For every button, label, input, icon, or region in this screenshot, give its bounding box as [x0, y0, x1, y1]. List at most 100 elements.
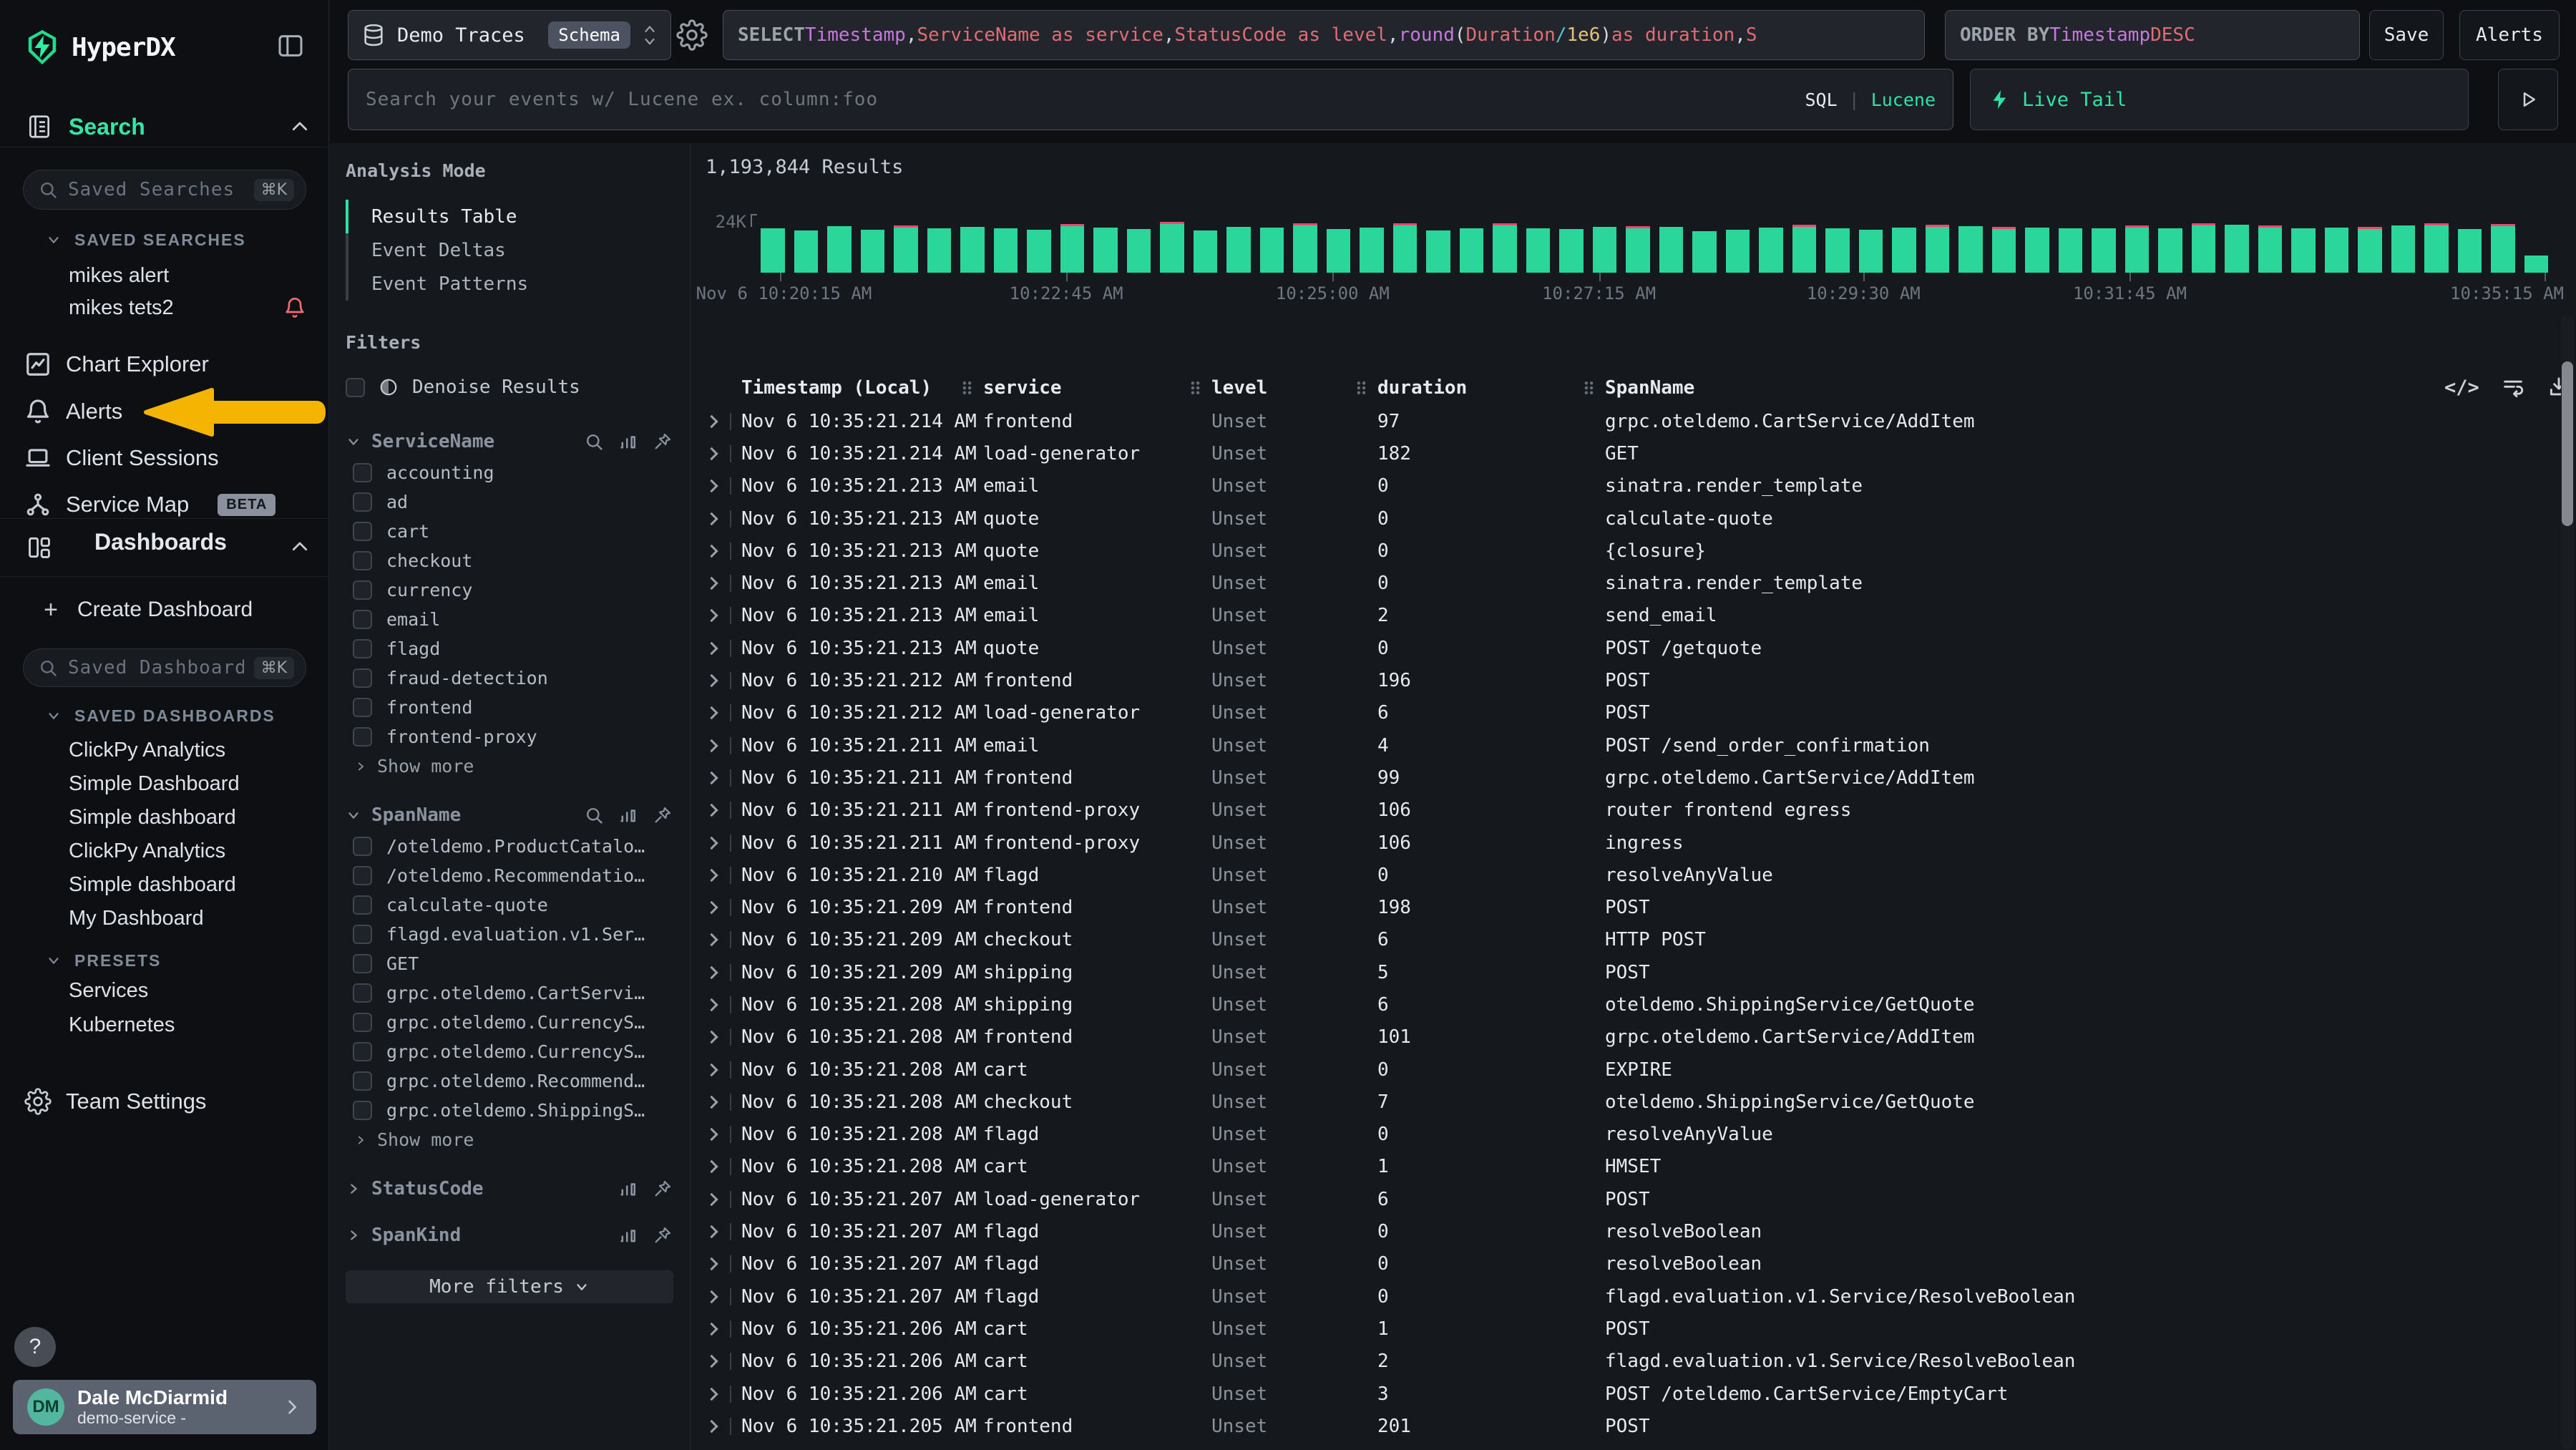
bar-chart-icon[interactable] — [618, 1225, 638, 1245]
saved-search-item[interactable]: mikes tets2 — [0, 294, 329, 321]
expand-row-button[interactable] — [706, 794, 741, 827]
pin-icon[interactable] — [653, 1179, 673, 1199]
drag-handle-icon[interactable] — [1584, 381, 1594, 396]
scrollbar-thumb[interactable] — [2562, 361, 2573, 526]
facet-checkbox-item[interactable]: flagd — [346, 634, 673, 663]
bar-chart-icon[interactable] — [618, 805, 638, 825]
saved-search-item[interactable]: mikes alert — [0, 262, 329, 289]
column-header-service[interactable]: service — [983, 377, 1211, 399]
pin-icon[interactable] — [653, 1225, 673, 1245]
expand-row-button[interactable] — [706, 437, 741, 469]
facet-checkbox-item[interactable]: /oteldemo.ProductCatalo… — [346, 832, 673, 861]
pin-icon[interactable] — [653, 805, 673, 825]
facet-checkbox-item[interactable]: flagd.evaluation.v1.Ser… — [346, 920, 673, 949]
alerts-button[interactable]: Alerts — [2459, 10, 2560, 60]
table-row[interactable]: Nov 6 10:35:21.205 AMcheckoutUnset4oteld… — [706, 1443, 2576, 1450]
table-row[interactable]: Nov 6 10:35:21.213 AMquoteUnset0calculat… — [706, 502, 2576, 535]
wrap-lines-icon[interactable] — [2501, 375, 2525, 399]
expand-row-button[interactable] — [706, 664, 741, 696]
checkbox[interactable] — [353, 551, 372, 570]
table-row[interactable]: Nov 6 10:35:21.213 AMquoteUnset0{closure… — [706, 535, 2576, 567]
more-filters-button[interactable]: More filters — [346, 1270, 673, 1303]
search-input[interactable]: Search your events w/ Lucene ex. column:… — [348, 69, 1953, 130]
checkbox[interactable] — [353, 1101, 372, 1120]
query-language-toggle[interactable]: SQL | Lucene — [1805, 89, 1936, 110]
sidebar-item-client-sessions[interactable]: Client Sessions — [0, 442, 329, 475]
checkbox[interactable] — [353, 698, 372, 717]
source-selector[interactable]: Demo Traces Schema — [348, 10, 671, 60]
sidebar-item-service-map[interactable]: Service MapBETA — [0, 488, 329, 521]
drag-handle-icon[interactable] — [1356, 381, 1367, 396]
nav-dashboards-section[interactable]: Dashboards — [0, 518, 329, 577]
table-row[interactable]: Nov 6 10:35:21.209 AMshippingUnset5POST — [706, 956, 2576, 988]
pin-icon[interactable] — [653, 432, 673, 452]
table-row[interactable]: Nov 6 10:35:21.208 AMflagdUnset0resolveA… — [706, 1119, 2576, 1151]
table-row[interactable]: Nov 6 10:35:21.208 AMcheckoutUnset7oteld… — [706, 1086, 2576, 1118]
denoise-results-toggle[interactable]: Denoise Results — [346, 371, 673, 403]
saved-searches-header[interactable]: SAVED SEARCHES — [0, 228, 329, 252]
table-row[interactable]: Nov 6 10:35:21.213 AMemailUnset2send_ema… — [706, 600, 2576, 632]
events-histogram[interactable] — [761, 223, 2548, 273]
table-row[interactable]: Nov 6 10:35:21.211 AMfrontend-proxyUnset… — [706, 827, 2576, 859]
drag-handle-icon[interactable] — [962, 381, 972, 396]
saved-dashboard-item[interactable]: ClickPy Analytics — [0, 837, 329, 865]
facet-header[interactable]: StatusCode — [346, 1172, 673, 1205]
facet-checkbox-item[interactable]: checkout — [346, 546, 673, 575]
table-row[interactable]: Nov 6 10:35:21.213 AMemailUnset0sinatra.… — [706, 470, 2576, 502]
saved-dashboard-item[interactable]: ClickPy Analytics — [0, 736, 329, 764]
checkbox[interactable] — [353, 639, 372, 658]
expand-row-button[interactable] — [706, 1086, 741, 1118]
saved-dashboards-header[interactable]: SAVED DASHBOARDS — [0, 704, 329, 728]
facet-header[interactable]: ServiceName — [346, 424, 673, 458]
expand-row-button[interactable] — [706, 1215, 741, 1247]
team-settings-button[interactable]: Team Settings — [0, 1085, 329, 1118]
table-row[interactable]: Nov 6 10:35:21.214 AMload-generatorUnset… — [706, 437, 2576, 469]
expand-row-button[interactable] — [706, 1280, 741, 1313]
expand-row-button[interactable] — [706, 956, 741, 988]
table-row[interactable]: Nov 6 10:35:21.207 AMload-generatorUnset… — [706, 1183, 2576, 1215]
facet-checkbox-item[interactable]: fraud-detection — [346, 663, 673, 693]
expand-row-button[interactable] — [706, 1346, 741, 1378]
chevron-up-icon[interactable] — [289, 536, 311, 558]
table-row[interactable]: Nov 6 10:35:21.212 AMload-generatorUnset… — [706, 697, 2576, 729]
expand-row-button[interactable] — [706, 1410, 741, 1442]
facet-checkbox-item[interactable]: cart — [346, 517, 673, 546]
expand-row-button[interactable] — [706, 1248, 741, 1280]
nav-search-section[interactable]: Search — [0, 108, 329, 145]
table-row[interactable]: Nov 6 10:35:21.208 AMcartUnset1HMSET — [706, 1151, 2576, 1183]
facet-checkbox-item[interactable]: grpc.oteldemo.ShippingS… — [346, 1096, 673, 1125]
table-row[interactable]: Nov 6 10:35:21.213 AMemailUnset0sinatra.… — [706, 567, 2576, 599]
expand-row-button[interactable] — [706, 697, 741, 729]
mode-lucene[interactable]: Lucene — [1871, 89, 1936, 110]
checkbox[interactable] — [353, 954, 372, 973]
checkbox[interactable] — [353, 610, 372, 629]
facet-checkbox-item[interactable]: ad — [346, 487, 673, 517]
facet-checkbox-item[interactable]: frontend — [346, 693, 673, 722]
table-row[interactable]: Nov 6 10:35:21.210 AMflagdUnset0resolveA… — [706, 859, 2576, 891]
facet-checkbox-item[interactable]: GET — [346, 949, 673, 978]
expand-row-button[interactable] — [706, 1021, 741, 1054]
facet-header[interactable]: SpanKind — [346, 1218, 673, 1252]
table-row[interactable]: Nov 6 10:35:21.212 AMfrontendUnset196POS… — [706, 664, 2576, 696]
facet-checkbox-item[interactable]: email — [346, 605, 673, 634]
preset-item[interactable]: Kubernetes — [0, 1011, 329, 1038]
expand-row-button[interactable] — [706, 859, 741, 891]
drag-handle-icon[interactable] — [1190, 381, 1201, 396]
saved-dashboard-item[interactable]: Simple Dashboard — [0, 770, 329, 797]
expand-row-button[interactable] — [706, 1151, 741, 1183]
checkbox[interactable] — [353, 580, 372, 600]
expand-row-button[interactable] — [706, 924, 741, 956]
help-button[interactable]: ? — [14, 1327, 56, 1367]
analysis-mode-option[interactable]: Results Table — [346, 200, 673, 233]
saved-dashboard-item[interactable]: Simple dashboard — [0, 804, 329, 831]
collapse-sidebar-icon[interactable] — [275, 31, 306, 60]
table-row[interactable]: Nov 6 10:35:21.213 AMquoteUnset0POST /ge… — [706, 632, 2576, 664]
facet-checkbox-item[interactable]: grpc.oteldemo.CurrencyS… — [346, 1008, 673, 1037]
column-header-level[interactable]: level — [1211, 377, 1377, 399]
search-icon[interactable] — [584, 805, 604, 825]
show-more-button[interactable]: Show more — [346, 1125, 673, 1154]
checkbox[interactable] — [353, 1013, 372, 1032]
expand-row-button[interactable] — [706, 1443, 741, 1450]
expand-row-button[interactable] — [706, 762, 741, 794]
table-row[interactable]: Nov 6 10:35:21.207 AMflagdUnset0resolveB… — [706, 1248, 2576, 1280]
